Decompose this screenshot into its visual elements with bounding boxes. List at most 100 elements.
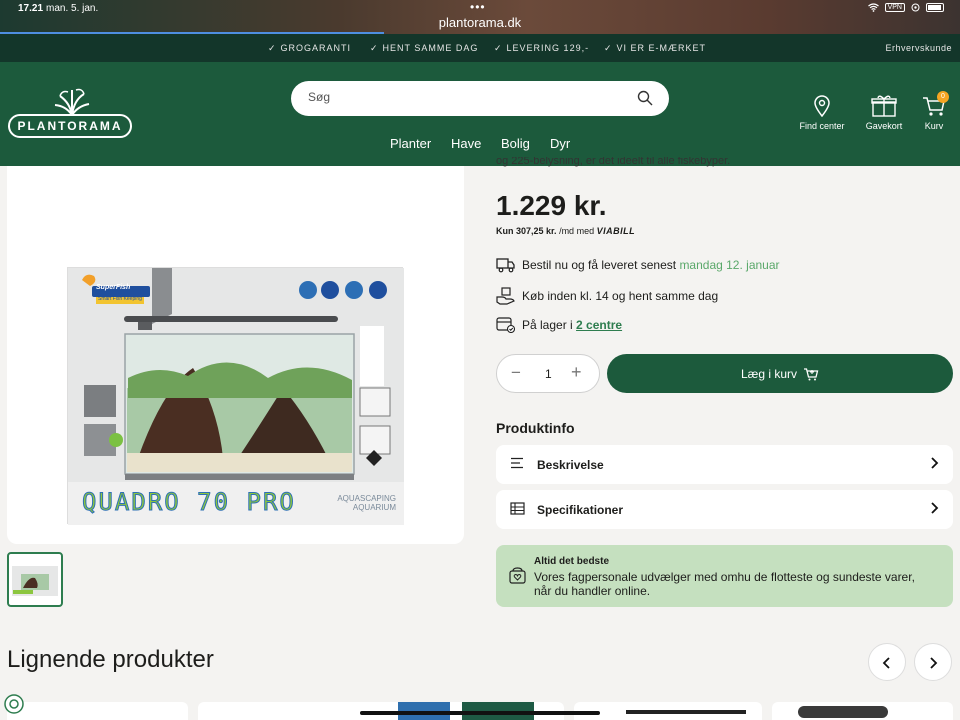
cart-plus-icon xyxy=(804,367,819,380)
more-dots-icon[interactable]: ••• xyxy=(470,0,486,14)
aquarium-box-illustration xyxy=(68,268,404,525)
logo-wordmark: PLANTORAMA xyxy=(8,114,132,138)
product-card[interactable] xyxy=(4,694,188,720)
pickup-line: Køb inden kl. 14 og hent samme dag xyxy=(496,287,718,305)
quality-promise-title: Altid det bedste xyxy=(534,556,610,567)
quantity-stepper[interactable]: − 1 + xyxy=(496,354,600,393)
increase-quantity-button[interactable]: + xyxy=(571,362,582,383)
check-icon: ✓ xyxy=(370,43,379,53)
delivery-text: Bestil nu og få leveret senest xyxy=(522,258,677,272)
stock-centers-link[interactable]: 2 centre xyxy=(576,318,622,332)
delivery-line: Bestil nu og få leveret senest mandag 12… xyxy=(496,257,780,273)
address-bar[interactable]: plantorama.dk xyxy=(0,15,960,30)
usp-label: VI ER E-MÆRKET xyxy=(616,43,707,53)
business-customer-link[interactable]: Erhvervskunde xyxy=(885,43,952,53)
home-indicator xyxy=(360,711,600,715)
find-center-button[interactable]: Find center xyxy=(796,95,848,131)
box-product-title: QUADRO 70 PRO xyxy=(82,488,296,517)
site-header: PLANTORAMA Planter Have Bolig Dyr Find c… xyxy=(0,62,960,166)
box-brand: SuperFish xyxy=(96,284,131,291)
quality-promise-text: Vores fagpersonale udvælger med omhu de … xyxy=(534,570,915,598)
system-indicators: VPN xyxy=(867,3,944,12)
usp-bar: ✓ GROGARANTI ✓ HENT SAMME DAG ✓ LEVERING 12… xyxy=(0,34,960,62)
financing-info: Kun 307,25 kr. /md med VIABILL xyxy=(496,226,635,236)
product-price: 1.229 kr. xyxy=(496,190,607,221)
location-icon xyxy=(911,3,920,12)
clock: 17.21 xyxy=(18,3,44,14)
viabill-logo: VIABILL xyxy=(596,226,636,236)
search-input[interactable] xyxy=(308,90,628,104)
nav-planter[interactable]: Planter xyxy=(390,136,431,151)
usp-label: GROGARANTI xyxy=(280,43,352,53)
box-subtitle: Smart Fish Keeping xyxy=(98,296,142,302)
specifications-accordion[interactable]: Specifikationer xyxy=(496,490,953,529)
cart-label: Kurv xyxy=(924,121,944,131)
decrease-quantity-button[interactable]: − xyxy=(511,363,521,383)
find-center-label: Find center xyxy=(799,121,845,131)
search-box[interactable] xyxy=(291,81,669,116)
stock-text: På lager i xyxy=(522,317,573,332)
similar-products-heading: Lignende produkter xyxy=(7,646,214,673)
usp-item: ✓ HENT SAMME DAG xyxy=(370,43,478,54)
hand-package-icon xyxy=(496,287,515,305)
monthly-price: Kun 307,25 kr. xyxy=(496,226,557,236)
product-card[interactable] xyxy=(574,702,762,720)
store-stock-icon xyxy=(496,317,515,333)
text-lines-icon xyxy=(511,457,523,469)
search-icon[interactable] xyxy=(637,90,653,106)
nav-have[interactable]: Have xyxy=(451,136,481,151)
add-to-cart-button[interactable]: Læg i kurv xyxy=(607,354,953,393)
plantorama-logo[interactable]: PLANTORAMA xyxy=(8,88,132,138)
specifications-label: Specifikationer xyxy=(537,503,624,517)
quality-promise-box: Altid det bedste Vores fagpersonale udvæ… xyxy=(496,545,953,607)
carousel-prev-button[interactable] xyxy=(868,643,906,681)
chevron-left-icon xyxy=(882,657,890,669)
carousel-next-button[interactable] xyxy=(914,643,952,681)
product-image[interactable]: SuperFish Smart Fish Keeping QUADRO 70 P… xyxy=(67,267,404,525)
usp-item: ✓ LEVERING 129,- xyxy=(494,43,589,54)
product-thumbnail[interactable] xyxy=(7,552,63,607)
gift-card-label: Gavekort xyxy=(865,121,903,131)
table-icon xyxy=(510,502,525,515)
stock-line: På lager i 2 centre xyxy=(496,316,622,333)
usp-item: ✓ VI ER E-MÆRKET xyxy=(604,43,706,54)
wifi-icon xyxy=(867,3,879,12)
box-tagline: AQUASCAPING AQUARIUM xyxy=(337,494,396,512)
chevron-right-icon xyxy=(931,457,939,469)
nav-bolig[interactable]: Bolig xyxy=(501,136,530,151)
leaf-logo-icon xyxy=(54,88,90,116)
location-pin-icon xyxy=(814,95,830,117)
usp-item: ✓ GROGARANTI xyxy=(268,43,351,54)
truck-icon xyxy=(496,258,515,273)
product-card[interactable] xyxy=(772,702,953,720)
check-icon: ✓ xyxy=(494,43,503,53)
date: man. 5. jan. xyxy=(46,3,99,14)
vpn-badge: VPN xyxy=(884,3,905,12)
recycle-badge-icon xyxy=(4,694,24,714)
battery-icon xyxy=(926,3,944,12)
product-card-image xyxy=(626,710,746,714)
product-image-panel[interactable]: SuperFish Smart Fish Keeping QUADRO 70 P… xyxy=(7,166,464,544)
browser-status-bar: 17.21 man. 5. jan. ••• plantorama.dk VPN xyxy=(0,0,960,34)
usp-label: HENT SAMME DAG xyxy=(382,43,479,53)
check-icon: ✓ xyxy=(604,43,613,53)
financing-text: /md med xyxy=(559,226,595,236)
truncated-description: og 225-belysning, er det ideelt til alle… xyxy=(496,157,731,167)
gift-card-button[interactable]: Gavekort xyxy=(862,95,906,131)
description-accordion[interactable]: Beskrivelse xyxy=(496,445,953,484)
gift-icon xyxy=(871,95,897,117)
chevron-right-icon xyxy=(930,657,938,669)
cart-button[interactable]: 0 Kurv xyxy=(920,91,949,131)
thumbnail-image xyxy=(12,566,58,596)
add-to-cart-label: Læg i kurv xyxy=(740,366,798,381)
check-icon: ✓ xyxy=(268,43,277,53)
description-label: Beskrivelse xyxy=(537,458,604,472)
quantity-value[interactable]: 1 xyxy=(545,367,552,381)
product-card-image xyxy=(798,706,888,718)
nav-dyr[interactable]: Dyr xyxy=(550,136,570,151)
usp-label: LEVERING 129,- xyxy=(506,43,590,53)
cart-count-badge: 0 xyxy=(937,91,949,103)
product-info-heading: Produktinfo xyxy=(496,420,575,436)
basket-heart-icon xyxy=(509,567,526,584)
pickup-text: Køb inden kl. 14 og hent samme dag xyxy=(522,289,719,303)
